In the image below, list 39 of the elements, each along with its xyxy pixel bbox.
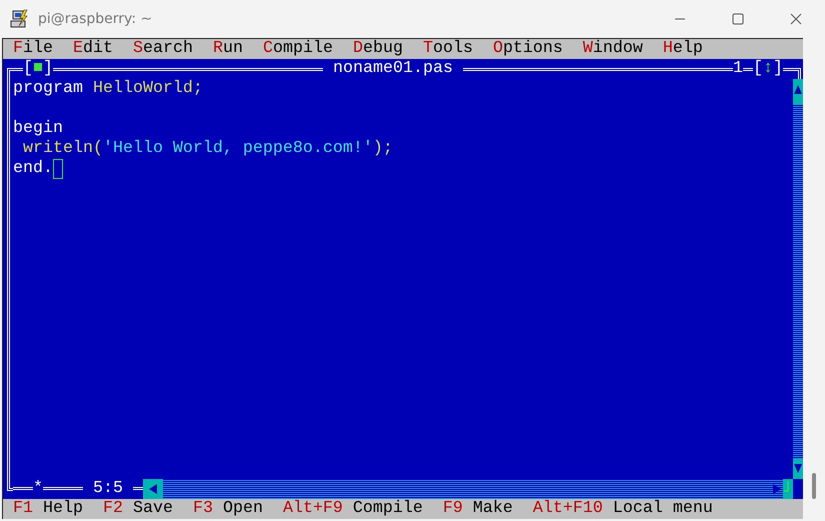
close-icon xyxy=(790,13,802,25)
shortcut-hint[interactable]: F3 Open xyxy=(192,499,263,519)
close-box[interactable]: [■] xyxy=(23,59,53,79)
scroll-up-button[interactable] xyxy=(793,79,803,99)
code-line: writeln('Hello World, peppe8o.com!'); xyxy=(22,139,393,159)
window-title: pi@raspberry: ~ xyxy=(38,11,152,27)
menu-item[interactable]: Search xyxy=(133,39,193,59)
scroll-thumb[interactable] xyxy=(793,99,803,105)
scroll-right-button[interactable] xyxy=(773,479,783,499)
shortcut-hint[interactable]: Alt+F10 Local menu xyxy=(532,499,713,519)
menu-item[interactable]: Compile xyxy=(262,39,333,59)
shortcut-hint[interactable]: Alt+F9 Compile xyxy=(282,499,423,519)
menu-item[interactable]: Debug xyxy=(352,39,403,59)
scrollbar-thumb[interactable] xyxy=(812,473,816,499)
scroll-left-button[interactable] xyxy=(143,479,163,499)
window-number: 1 xyxy=(733,59,743,79)
code-line: end. xyxy=(13,159,53,179)
code-line: begin xyxy=(13,119,63,139)
modified-mark: * xyxy=(33,479,43,499)
menu-item[interactable]: File xyxy=(13,39,53,59)
menu-item[interactable]: Window xyxy=(582,39,643,59)
zoom-box[interactable]: [↕] xyxy=(753,59,783,79)
resize-handle[interactable] xyxy=(783,479,793,499)
menu-item[interactable]: Help xyxy=(662,39,703,59)
left-arrow-icon xyxy=(149,484,157,494)
menu-item[interactable]: Run xyxy=(212,39,243,59)
shortcut-hint[interactable]: F2 Save xyxy=(102,499,173,519)
menu-item[interactable]: Edit xyxy=(73,39,113,59)
menu-item[interactable]: Options xyxy=(492,39,563,59)
right-arrow-icon xyxy=(773,484,781,494)
computer-icon xyxy=(10,9,30,29)
code-line: program HelloWorld; xyxy=(13,79,203,99)
maximize-icon xyxy=(732,13,744,25)
scroll-down-button[interactable] xyxy=(793,459,803,479)
shortcut-hint[interactable]: F9 Make xyxy=(442,499,513,519)
cursor-position: 5:5 xyxy=(93,479,123,499)
menu-item[interactable]: Tools xyxy=(422,39,473,59)
shortcut-hint[interactable]: F1 Help xyxy=(13,499,83,519)
file-title: noname01.pas xyxy=(332,59,454,79)
